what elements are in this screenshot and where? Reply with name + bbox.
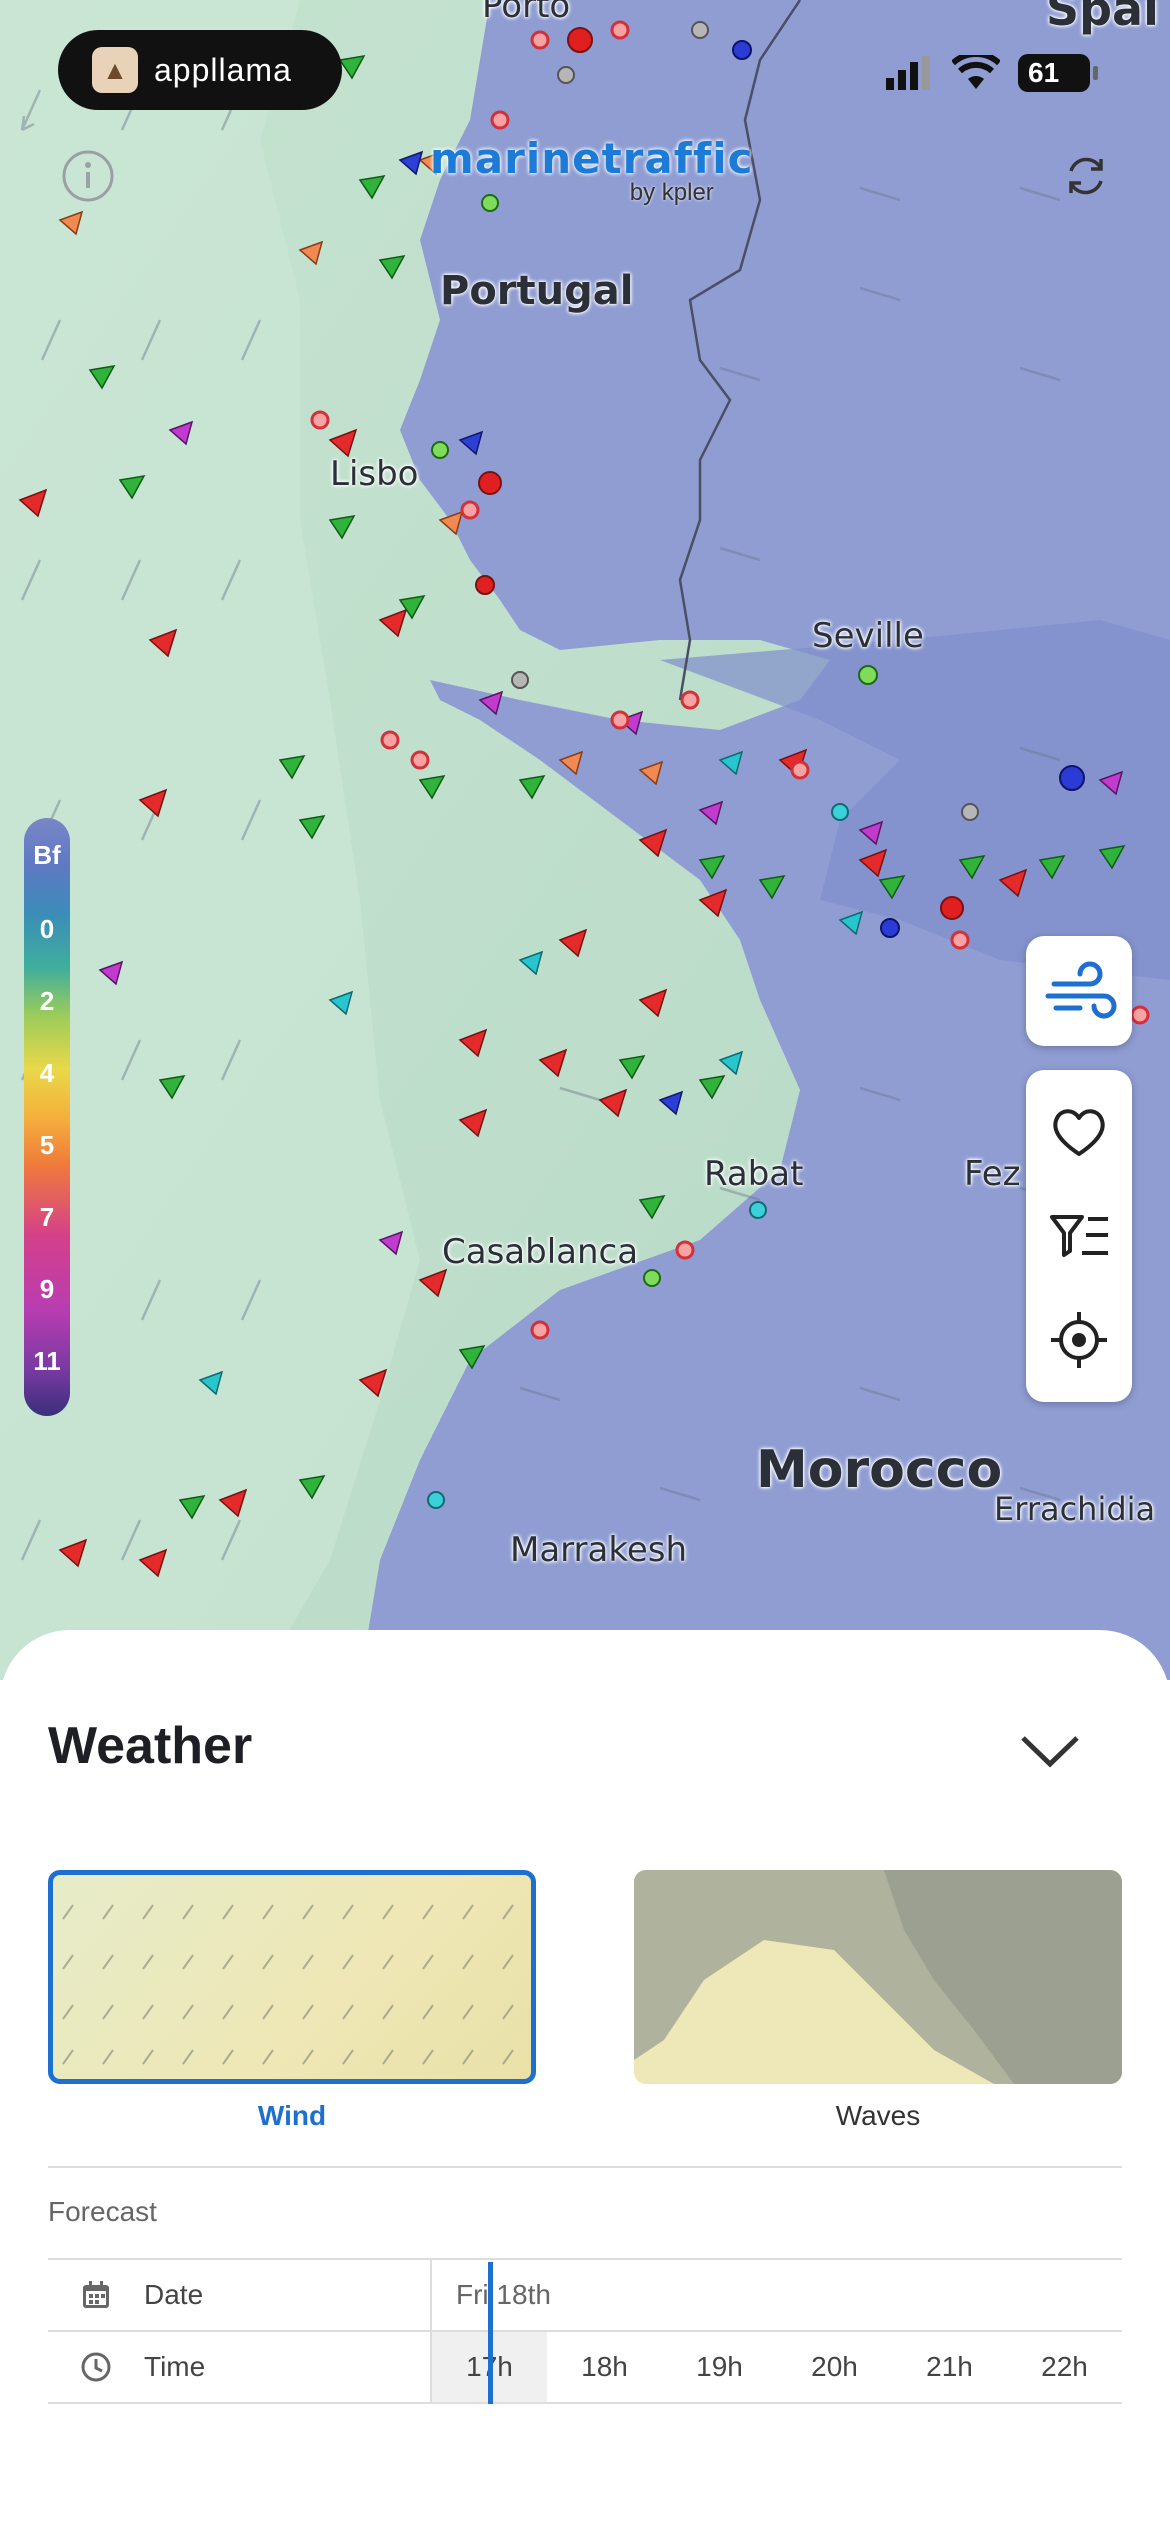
wifi-icon (952, 55, 1000, 89)
beaufort-legend: Bf 0 2 4 5 7 9 11 (24, 818, 70, 1416)
locate-icon (1051, 1312, 1107, 1368)
legend-value: 7 (39, 1202, 55, 1232)
waves-layer-label: Waves (835, 2100, 921, 2131)
wind-layer-icon (1045, 961, 1117, 1019)
column-divider (430, 2260, 432, 2330)
hour-option[interactable]: 20h (777, 2332, 892, 2402)
legend-value: 2 (39, 986, 55, 1016)
map-canvas[interactable] (0, 0, 1170, 1680)
map-label-seville: Seville (812, 616, 924, 656)
time-cursor[interactable] (488, 2262, 493, 2404)
map-label-marrakesh: Marrakesh (510, 1530, 688, 1570)
filter-button[interactable] (1026, 1188, 1132, 1284)
time-label: Time (144, 2351, 206, 2382)
sheet-title: Weather (48, 1717, 253, 1775)
hour-option[interactable]: 19h (662, 2332, 777, 2402)
brand-name: marinetraffic (430, 134, 754, 183)
collapse-button[interactable] (1010, 1720, 1090, 1780)
divider (48, 2166, 1122, 2168)
brand-sub: by kpler (629, 179, 714, 206)
weather-layer-button[interactable] (1026, 936, 1132, 1046)
date-row: Date Fri 18th (48, 2260, 1122, 2330)
wind-layer-option[interactable] (48, 1870, 536, 2084)
favorites-button[interactable] (1026, 1084, 1132, 1180)
map-tools-card (1026, 1070, 1132, 1402)
signal-icon (886, 56, 930, 90)
wind-layer-label: Wind (257, 2100, 327, 2131)
status-bar: ▲ appllama 61 (0, 0, 1170, 140)
waves-layer-option[interactable] (634, 1870, 1122, 2084)
forecast-label: Forecast (48, 2196, 157, 2227)
refresh-icon (1069, 157, 1103, 195)
divider (48, 2402, 1122, 2404)
hour-selector[interactable]: 17h 18h 19h 20h 21h 22h (432, 2332, 1122, 2402)
date-label: Date (144, 2279, 204, 2310)
map-label-fez: Fez (964, 1154, 1021, 1194)
legend-title: Bf (33, 840, 61, 870)
map-view[interactable]: Portugal Morocco Spai Porto Lisbo Sevill… (0, 0, 1170, 1680)
map-label-casablanca: Casablanca (442, 1232, 639, 1272)
legend-value: 4 (39, 1058, 55, 1088)
waves-thumbnail-icon (634, 1870, 1122, 2084)
app-badge-label: appllama (154, 51, 292, 88)
info-icon (62, 150, 114, 202)
map-label-portugal: Portugal (440, 268, 634, 314)
app-badge[interactable]: ▲ appllama (58, 30, 342, 110)
heart-icon (1053, 1109, 1105, 1156)
weather-sheet: Weather Wind Waves Forecast Date Fri 18t… (0, 1630, 1170, 2532)
date-value[interactable]: Fri 18th (456, 2260, 551, 2330)
map-label-errachidia: Errachidia (994, 1490, 1156, 1528)
locate-button[interactable] (1026, 1292, 1132, 1388)
refresh-button[interactable] (1058, 148, 1114, 204)
legend-value: 9 (39, 1274, 55, 1304)
hour-option[interactable]: 18h (547, 2332, 662, 2402)
marinetraffic-logo: marinetraffic by kpler (430, 134, 754, 207)
calendar-icon (83, 2281, 109, 2308)
info-button[interactable] (60, 148, 116, 204)
filter-list-icon (1050, 1215, 1108, 1257)
map-label-morocco: Morocco (756, 1440, 1003, 1500)
battery-indicator: 61 (1018, 54, 1098, 92)
hour-option[interactable]: 22h (1007, 2332, 1122, 2402)
map-label-lisbon: Lisbo (330, 454, 419, 494)
legend-value: 0 (39, 914, 55, 944)
clock-icon (81, 2352, 111, 2382)
llama-logo-icon: ▲ (92, 47, 138, 93)
hour-option[interactable]: 21h (892, 2332, 1007, 2402)
map-label-rabat: Rabat (704, 1154, 804, 1194)
wind-thumbnail-icon (62, 1904, 514, 2065)
chevron-down-icon (1021, 1736, 1079, 1768)
time-row: Time 17h 18h 19h 20h 21h 22h (48, 2332, 1122, 2402)
legend-value: 11 (33, 1346, 61, 1376)
legend-value: 5 (39, 1130, 55, 1160)
